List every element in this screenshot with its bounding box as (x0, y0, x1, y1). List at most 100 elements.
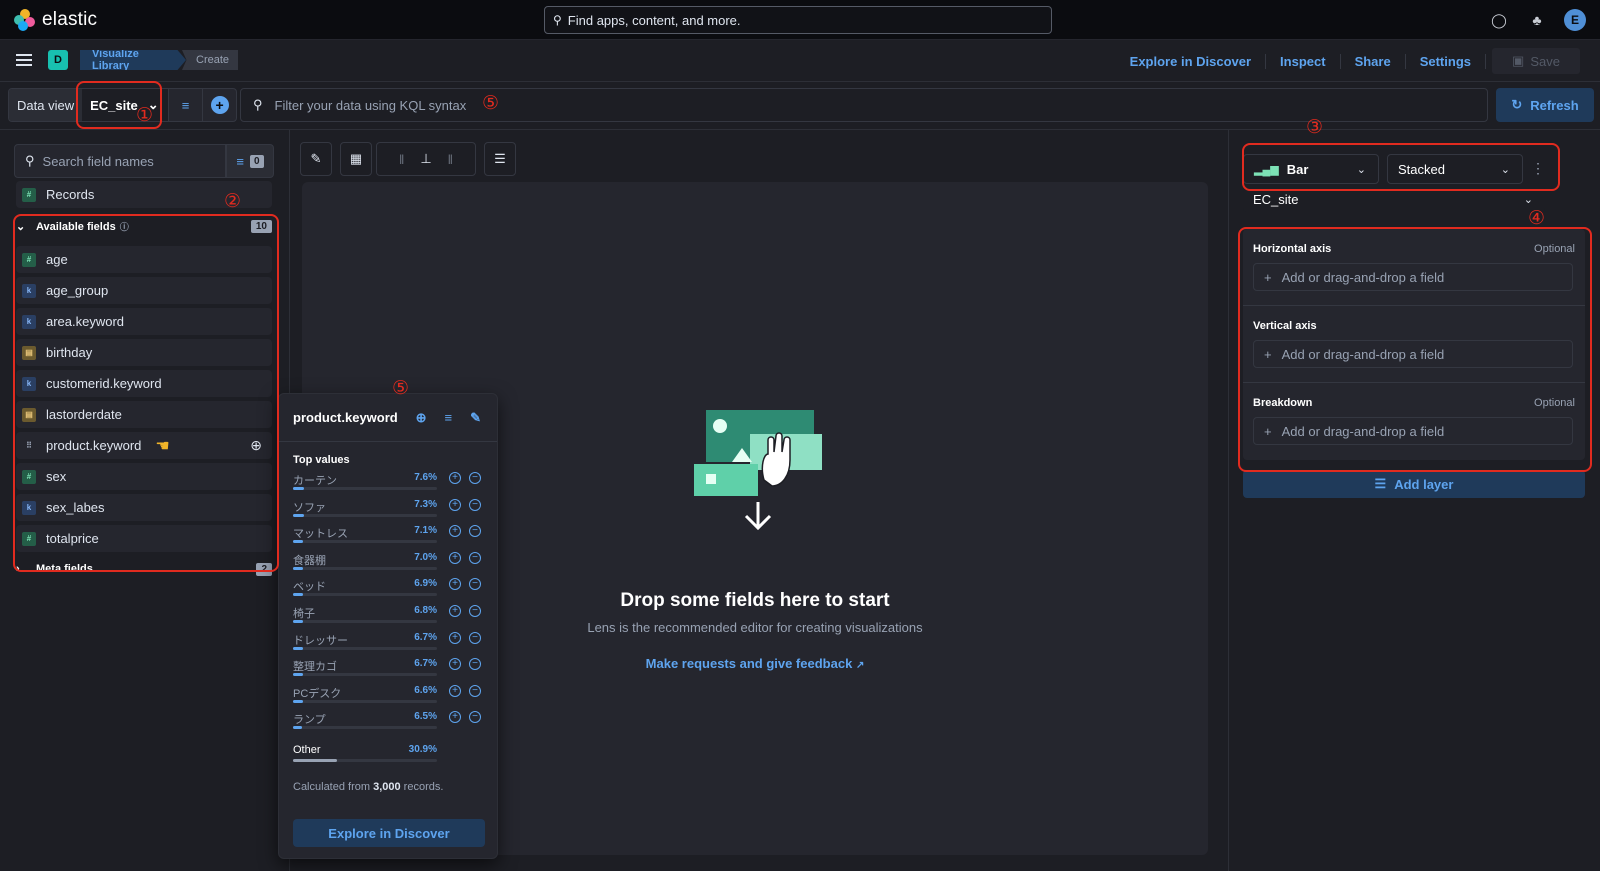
filter-for-value-icon[interactable]: + (449, 605, 461, 617)
top-value-bar (293, 726, 437, 730)
legend-icon: ☰ (494, 151, 506, 166)
drop-illustration (694, 410, 822, 530)
top-value-bar-fill (293, 699, 303, 703)
query-bar: Data view EC_site ⌄ ≡ + ⚲ Filter your da… (0, 82, 1600, 130)
filter-out-value-icon[interactable]: − (469, 711, 481, 724)
search-icon: ⚲ (25, 153, 35, 168)
paint-brush-icon: ✎ (310, 151, 322, 166)
filter-out-value-icon[interactable]: − (469, 498, 481, 511)
right-axis-icon[interactable]: ‖ (448, 152, 453, 167)
top-value-actions: + − (449, 631, 481, 644)
global-search-placeholder: Find apps, content, and more. (567, 12, 741, 28)
filter-out-value-icon[interactable]: − (469, 631, 481, 644)
top-value-percent: 7.3% (414, 498, 437, 510)
filter-icon: ≡ (236, 153, 245, 169)
add-filter-button[interactable]: + (202, 89, 236, 121)
filter-out-value-icon[interactable]: − (469, 472, 481, 484)
save-button[interactable]: ▣ Save (1492, 48, 1580, 74)
axis-settings-group: ‖ ⊥ ‖ (376, 142, 476, 176)
top-value-bar-fill (293, 759, 338, 762)
top-value-percent: 6.7% (414, 658, 437, 670)
annotation-number-1: ① (136, 105, 154, 126)
news-feed-icon[interactable]: ♣ (1526, 9, 1548, 31)
filter-for-value-icon[interactable]: + (449, 498, 461, 511)
filter-for-value-icon[interactable]: + (449, 525, 461, 538)
elastic-logo[interactable]: elastic (14, 9, 97, 31)
filter-out-value-icon[interactable]: − (469, 605, 481, 617)
bottom-axis-icon[interactable]: ⊥ (420, 151, 431, 167)
header-actions: ◯ ♣ E (1488, 9, 1586, 31)
top-value-bar-fill (293, 566, 304, 570)
filter-for-value-icon[interactable]: + (449, 472, 461, 484)
top-value-label: ランプ (293, 714, 326, 727)
add-field-icon[interactable]: ⊕ (416, 410, 427, 426)
filter-options-button[interactable]: ≡ (168, 89, 202, 121)
calc-prefix: Calculated from (293, 781, 374, 793)
settings-link[interactable]: Settings (1406, 53, 1486, 69)
palette-button[interactable]: ✎ (300, 142, 332, 176)
top-value-row: マットレス 7.1% + − (293, 525, 493, 552)
field-type-filter-button[interactable]: ≡ 0 (226, 144, 274, 178)
top-value-bar (293, 620, 437, 623)
user-avatar[interactable]: E (1564, 9, 1586, 31)
breadcrumb-visualize-library[interactable]: Visualize Library (80, 50, 186, 70)
inspect-link[interactable]: Inspect (1266, 53, 1341, 69)
add-layer-label: Add layer (1394, 476, 1454, 492)
top-value-label: Other (293, 744, 321, 756)
labels-button[interactable]: ▦ (340, 142, 372, 176)
filter-out-value-icon[interactable]: − (469, 578, 481, 591)
top-value-percent: 7.1% (414, 525, 437, 537)
field-name: Records (46, 187, 95, 202)
top-value-bar-fill (293, 726, 303, 730)
refresh-button[interactable]: ↻ Refresh (1496, 88, 1594, 122)
field-details-popover: product.keyword ⊕ ≡ ✎ Top values Other 3… (278, 393, 498, 859)
top-value-bar (293, 699, 437, 703)
help-icon[interactable]: ◯ (1488, 9, 1510, 31)
filter-for-value-icon[interactable]: + (449, 578, 461, 591)
top-value-percent: 7.6% (414, 472, 437, 483)
top-value-actions: + − (449, 711, 481, 724)
kql-search-input[interactable]: ⚲ Filter your data using KQL syntax (240, 88, 1488, 122)
share-link[interactable]: Share (1341, 53, 1406, 69)
filter-out-value-icon[interactable]: − (469, 658, 481, 671)
top-value-label: 椅子 (293, 608, 315, 620)
edit-pencil-icon[interactable]: ✎ (470, 410, 481, 426)
filter-icon[interactable]: ≡ (445, 410, 453, 426)
save-icon: ▣ (1512, 53, 1525, 68)
top-value-percent: 6.9% (414, 578, 437, 590)
space-avatar[interactable]: D (48, 50, 68, 70)
top-value-percent: 6.7% (414, 631, 437, 643)
menu-toggle-icon[interactable] (16, 54, 32, 66)
calc-count: 3,000 (373, 781, 401, 793)
top-value-actions: + − (449, 498, 481, 511)
top-value-bar (293, 513, 437, 517)
filter-for-value-icon[interactable]: + (449, 631, 461, 644)
top-value-row: 整理カゴ 6.7% + − (293, 658, 493, 685)
filter-for-value-icon[interactable]: + (449, 711, 461, 724)
filter-for-value-icon[interactable]: + (449, 684, 461, 697)
popover-explore-discover-button[interactable]: Explore in Discover (293, 819, 485, 847)
legend-button[interactable]: ☰ (484, 142, 516, 176)
filter-out-value-icon[interactable]: − (469, 684, 481, 697)
layer-data-view-value: EC_site (1253, 191, 1299, 207)
logo-text: elastic (42, 9, 98, 30)
top-value-row: ソファ 7.3% + − (293, 498, 493, 526)
external-link-icon: ↗ (855, 660, 865, 671)
filter-for-value-icon[interactable]: + (449, 551, 461, 564)
filter-out-value-icon[interactable]: − (469, 525, 481, 538)
search-icon: ⚲ (553, 13, 562, 27)
global-search-input[interactable]: ⚲ Find apps, content, and more. (544, 6, 1052, 34)
filter-for-value-icon[interactable]: + (449, 658, 461, 671)
top-value-percent: 6.6% (414, 684, 437, 696)
add-layer-button[interactable]: ☰ Add layer (1243, 470, 1585, 498)
left-axis-icon[interactable]: ‖ (399, 152, 404, 167)
top-value-actions: + − (449, 525, 481, 538)
explore-in-discover-link[interactable]: Explore in Discover (1116, 53, 1267, 69)
filter-out-value-icon[interactable]: − (469, 551, 481, 564)
top-value-bar-fill (293, 513, 304, 517)
top-value-row: ドレッサー 6.7% + − (293, 631, 493, 659)
save-label: Save (1530, 53, 1560, 69)
feedback-link-label: Make requests and give feedback (645, 656, 853, 671)
top-value-bar (293, 540, 437, 544)
field-search-input[interactable]: ⚲ Search field names (14, 144, 226, 178)
